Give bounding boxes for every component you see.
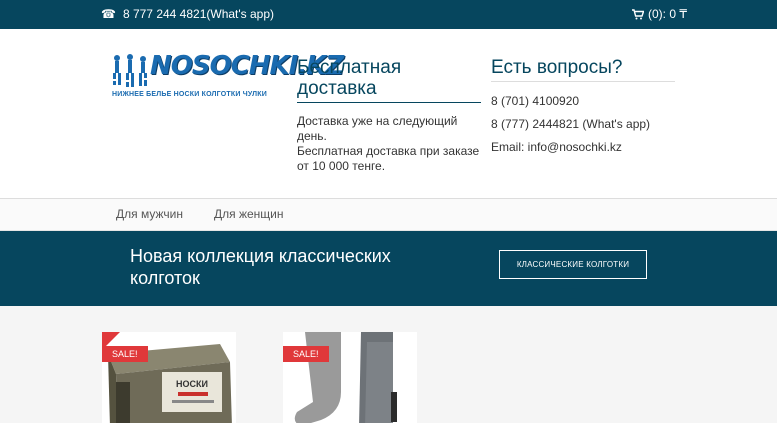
cart-link[interactable]: (0): 0 ₸	[632, 7, 687, 21]
contacts-block: Есть вопросы? 8 (701) 4100920 8 (777) 24…	[491, 57, 675, 155]
site-header: NOSOCHKI.KZ НИЖНЕЕ БЕЛЬЕ НОСКИ КОЛГОТКИ …	[0, 29, 777, 199]
sale-badge: SALE!	[283, 346, 329, 362]
top-phone[interactable]: ☎ 8 777 244 4821(What's app)	[101, 7, 274, 21]
contact-phone-2[interactable]: 8 (777) 2444821 (What's app)	[491, 117, 675, 132]
site-logo[interactable]: NOSOCHKI.KZ НИЖНЕЕ БЕЛЬЕ НОСКИ КОЛГОТКИ …	[110, 51, 344, 113]
top-phone-text: 8 777 244 4821(What's app)	[122, 7, 275, 21]
main-nav: Для мужчин Для женщин	[0, 199, 777, 231]
banner-title: Новая коллекция классических колготок	[130, 246, 391, 288]
contact-phone-1[interactable]: 8 (701) 4100920	[491, 94, 675, 109]
nav-women[interactable]: Для женщин	[214, 207, 284, 221]
delivery-text-2: Бесплатная доставка при заказе от 10 000…	[297, 144, 480, 173]
product-card[interactable]: НОСКИ SALE!	[102, 332, 236, 423]
delivery-text-1: Доставка уже на следующий день.	[297, 114, 458, 143]
cart-icon	[632, 8, 645, 20]
contact-email[interactable]: Email: info@nosochki.kz	[491, 140, 675, 155]
logo-figures	[113, 54, 147, 87]
promo-banner: Новая коллекция классических колготок Кл…	[0, 231, 777, 306]
banner-button[interactable]: Классические колготки	[499, 250, 647, 279]
sale-badge: SALE!	[102, 346, 148, 362]
cart-summary: (0): 0 ₸	[648, 7, 687, 21]
contacts-title: Есть вопросы?	[491, 57, 675, 82]
phone-icon: ☎	[101, 7, 116, 21]
product-grid: НОСКИ SALE! SALE!	[0, 306, 777, 423]
logo-tagline: НИЖНЕЕ БЕЛЬЕ НОСКИ КОЛГОТКИ ЧУЛКИ	[112, 91, 267, 98]
delivery-title: Бесплатная доставка	[297, 57, 481, 103]
box-label: НОСКИ	[176, 379, 208, 389]
delivery-block: Бесплатная доставка Доставка уже на след…	[297, 57, 481, 174]
product-card[interactable]: SALE!	[283, 332, 417, 423]
top-bar: ☎ 8 777 244 4821(What's app) (0): 0 ₸	[0, 0, 777, 29]
nav-men[interactable]: Для мужчин	[116, 207, 183, 221]
delivery-text: Доставка уже на следующий день. Бесплатна…	[297, 114, 481, 174]
